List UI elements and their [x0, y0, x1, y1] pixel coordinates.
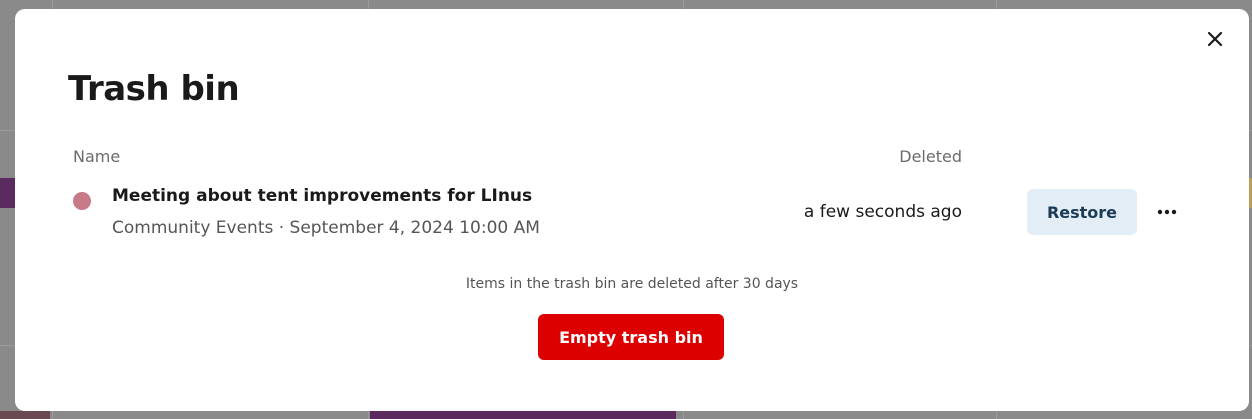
close-button[interactable] [1201, 25, 1229, 53]
column-header-deleted: Deleted [899, 147, 962, 166]
calendar-color-dot [73, 192, 91, 210]
retention-note: Items in the trash bin are deleted after… [465, 276, 799, 292]
item-title: Meeting about tent improvements for LInu… [112, 186, 533, 206]
dialog-title: Trash bin [68, 69, 240, 109]
close-icon [1207, 31, 1223, 47]
trash-bin-dialog: Trash bin Name Deleted Meeting about ten… [15, 9, 1249, 411]
item-deleted-time: a few seconds ago [803, 202, 962, 222]
trash-item-row: Meeting about tent improvements for LInu… [15, 181, 1249, 247]
background-event-block [370, 411, 676, 419]
more-actions-button[interactable] [1153, 197, 1181, 227]
background-event-block [0, 178, 15, 208]
background-event-block [0, 411, 50, 419]
empty-trash-button[interactable]: Empty trash bin [538, 314, 724, 360]
column-header-name: Name [73, 147, 121, 166]
more-horizontal-icon [1157, 209, 1177, 215]
restore-button[interactable]: Restore [1027, 189, 1137, 235]
item-subtitle: Community Events · September 4, 2024 10:… [112, 218, 540, 238]
